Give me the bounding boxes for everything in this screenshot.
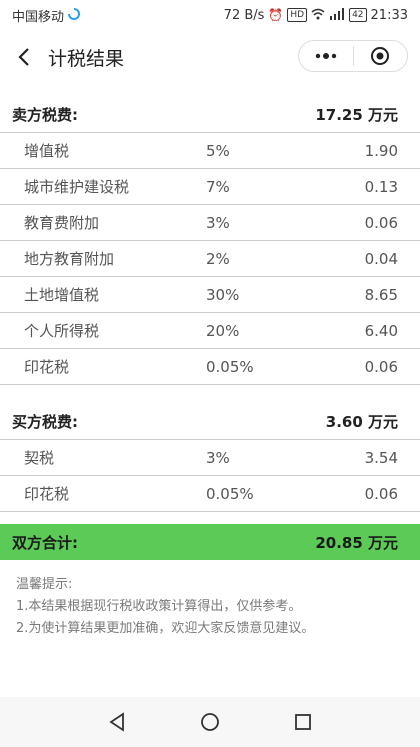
tax-amount: 3.54 <box>364 448 398 467</box>
system-nav-bar <box>0 697 420 747</box>
tax-rate: 30% <box>206 285 240 304</box>
alarm-icon: ⏰ <box>268 8 284 22</box>
tax-rate: 3% <box>206 448 230 467</box>
table-row: 城市维护建设税 7% 0.13 <box>0 169 420 205</box>
status-left: 中国移动 <box>12 6 80 25</box>
tax-rate: 2% <box>206 249 230 268</box>
back-button[interactable] <box>2 35 46 79</box>
tax-rate: 3% <box>206 213 230 232</box>
tips-section: 温馨提示: 1.本结果根据现行税收政策计算得出，仅供参考。 2.为使计算结果更加… <box>0 574 420 640</box>
tax-amount: 0.04 <box>364 249 398 268</box>
circle-home-icon <box>201 713 219 731</box>
seller-total: 17.25 万元 <box>315 105 398 124</box>
table-row: 契税 3% 3.54 <box>0 440 420 476</box>
square-recent-icon <box>295 714 312 730</box>
tax-name: 个人所得税 <box>24 322 100 340</box>
tax-name: 城市维护建设税 <box>24 178 130 196</box>
table-row: 个人所得税 20% 6.40 <box>0 313 420 349</box>
triangle-back-icon <box>109 712 124 732</box>
seller-title: 卖方税费: <box>12 105 78 124</box>
tips-line: 1.本结果根据现行税收政策计算得出，仅供参考。 <box>16 599 302 614</box>
seller-header: 卖方税费: 17.25 万元 <box>0 96 420 133</box>
carrier-label: 中国移动 <box>12 9 65 25</box>
tax-name: 印花税 <box>24 358 70 376</box>
system-back-button[interactable] <box>97 702 137 742</box>
tax-rate: 5% <box>206 141 230 160</box>
grand-total-value: 20.85 万元 <box>315 533 398 552</box>
tax-amount: 6.40 <box>364 321 398 340</box>
clock-time: 21:33 <box>370 7 408 23</box>
hd-badge: HD <box>287 8 308 22</box>
page-title: 计税结果 <box>48 47 125 70</box>
nav-bar: 计税结果 <box>0 30 420 84</box>
more-button[interactable] <box>299 41 353 71</box>
miniapp-capsule <box>298 40 408 72</box>
buyer-title: 买方税费: <box>12 412 78 431</box>
table-row: 印花税 0.05% 0.06 <box>0 476 420 512</box>
system-recent-button[interactable] <box>283 702 323 742</box>
tax-amount: 0.06 <box>364 357 398 376</box>
tips-title: 温馨提示: <box>16 577 73 592</box>
status-bar: 中国移动 72 B/s ⏰ HD 42 21:33 <box>0 0 420 30</box>
close-miniapp-button[interactable] <box>354 41 408 71</box>
battery-icon: 42 <box>349 8 367 22</box>
tax-rate: 0.05% <box>206 357 254 376</box>
grand-total-bar: 双方合计: 20.85 万元 <box>0 524 420 560</box>
tax-amount: 0.06 <box>364 213 398 232</box>
wifi-icon <box>311 8 325 23</box>
tax-rate: 20% <box>206 321 240 340</box>
buyer-header: 买方税费: 3.60 万元 <box>0 403 420 440</box>
signal-icon <box>329 7 345 23</box>
more-dots-icon <box>315 53 336 59</box>
buyer-total: 3.60 万元 <box>325 412 398 431</box>
tax-name: 教育费附加 <box>24 214 100 232</box>
grand-total-label: 双方合计: <box>12 533 78 552</box>
tax-amount: 8.65 <box>364 285 398 304</box>
network-speed: 72 B/s <box>223 7 265 23</box>
tax-name: 土地增值税 <box>24 286 100 304</box>
loading-icon <box>68 7 80 23</box>
tax-name: 增值税 <box>24 142 70 160</box>
tax-amount: 0.13 <box>364 177 398 196</box>
table-row: 印花税 0.05% 0.06 <box>0 349 420 385</box>
tax-amount: 0.06 <box>364 484 398 503</box>
tax-name: 契税 <box>24 449 55 467</box>
tax-amount: 1.90 <box>364 141 398 160</box>
status-right: 72 B/s ⏰ HD 42 21:33 <box>223 7 408 23</box>
table-row: 教育费附加 3% 0.06 <box>0 205 420 241</box>
tax-rate: 0.05% <box>206 484 254 503</box>
table-row: 土地增值税 30% 8.65 <box>0 277 420 313</box>
tips-line: 2.为使计算结果更加准确，欢迎大家反馈意见建议。 <box>16 621 315 636</box>
tax-name: 印花税 <box>24 485 70 503</box>
system-home-button[interactable] <box>190 702 230 742</box>
back-arrow-icon <box>18 48 29 66</box>
tax-rate: 7% <box>206 177 230 196</box>
tax-name: 地方教育附加 <box>24 250 115 268</box>
table-row: 地方教育附加 2% 0.04 <box>0 241 420 277</box>
table-row: 增值税 5% 1.90 <box>0 133 420 169</box>
result-content: 卖方税费: 17.25 万元 增值税 5% 1.90 城市维护建设税 7% 0.… <box>0 96 420 640</box>
target-close-icon <box>371 47 390 65</box>
